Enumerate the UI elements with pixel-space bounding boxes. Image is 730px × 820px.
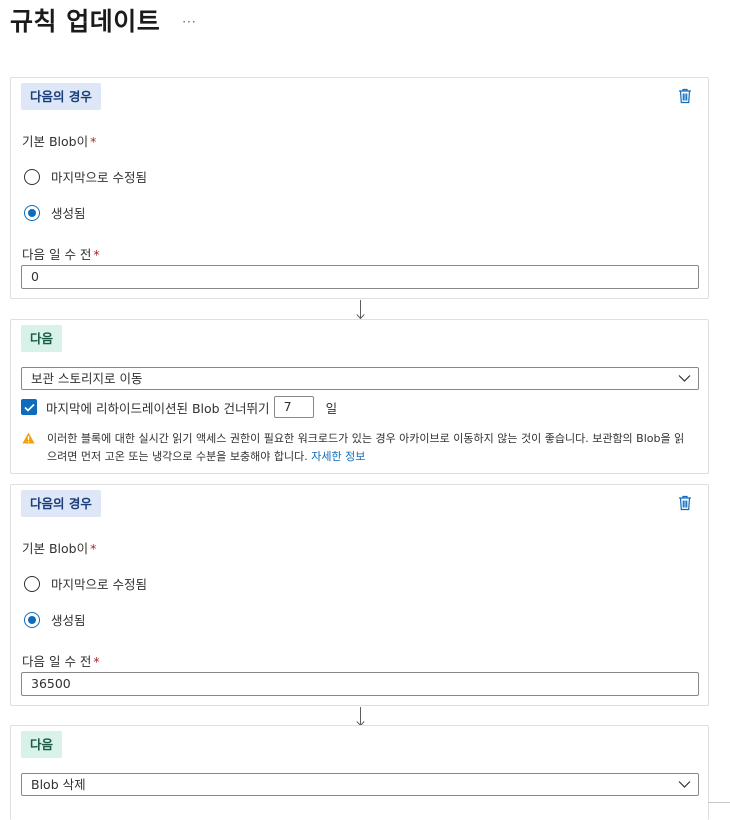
- radio-circle: [24, 168, 40, 185]
- divider: [708, 802, 730, 803]
- radio-circle-selected: [24, 204, 40, 221]
- radio-last-modified[interactable]: 마지막으로 수정됨: [24, 167, 147, 186]
- radio-label: 생성됨: [51, 613, 86, 628]
- condition-card-2: 다음의 경우 기본 Blob이 * 마지막으로 수정됨 생성됨 다음 일 수 전 *…: [10, 484, 709, 706]
- condition-tag: 다음의 경우: [21, 490, 101, 517]
- warning-message: 이러한 블록에 대한 실시간 읽기 액세스 권한이 필요한 워크로드가 있는 경…: [22, 430, 692, 466]
- warning-text: 이러한 블록에 대한 실시간 읽기 액세스 권한이 필요한 워크로드가 있는 경…: [47, 432, 685, 463]
- action-tag: 다음: [21, 731, 63, 758]
- action-select-value: Blob 삭제: [31, 777, 86, 792]
- down-arrow-icon: [356, 707, 365, 727]
- radio-created[interactable]: 생성됨: [24, 610, 86, 629]
- action-card-2: 다음 Blob 삭제: [10, 725, 709, 820]
- warning-icon: [22, 432, 35, 444]
- radio-created[interactable]: 생성됨: [24, 203, 86, 222]
- base-blob-label: 기본 Blob이 *: [22, 134, 97, 149]
- chevron-down-icon: [678, 375, 691, 382]
- condition-tag: 다음의 경우: [21, 83, 101, 110]
- radio-label: 마지막으로 수정됨: [51, 170, 147, 185]
- more-options-button[interactable]: ···: [182, 15, 196, 29]
- skip-days-input[interactable]: 7: [273, 396, 314, 418]
- trash-icon[interactable]: [678, 88, 692, 104]
- checkmark-icon: [23, 403, 35, 412]
- down-arrow-icon: [356, 300, 365, 320]
- learn-more-link[interactable]: 자세한 정보: [311, 450, 365, 463]
- action-select-value: 보관 스토리지로 이동: [31, 371, 143, 386]
- skip-rehydrated-checkbox[interactable]: [21, 399, 37, 415]
- radio-label: 생성됨: [51, 206, 86, 221]
- days-label: 다음 일 수 전 *: [22, 654, 100, 669]
- radio-circle-selected: [24, 611, 40, 628]
- skip-days-unit: 일: [325, 400, 338, 416]
- action-card-1: 다음 보관 스토리지로 이동 마지막에 리하이드레이션된 Blob 건너뛰기 7…: [10, 319, 709, 474]
- skip-rehydrated-row: 마지막에 리하이드레이션된 Blob 건너뛰기 7 일: [21, 396, 337, 418]
- action-tag: 다음: [21, 325, 63, 352]
- chevron-down-icon: [678, 781, 691, 788]
- base-blob-label: 기본 Blob이 *: [22, 541, 97, 556]
- action-select[interactable]: Blob 삭제: [21, 773, 699, 796]
- page-header: 규칙 업데이트 ···: [10, 2, 197, 38]
- page-title: 규칙 업데이트: [10, 7, 161, 36]
- condition-card-1: 다음의 경우 기본 Blob이 * 마지막으로 수정됨 생성됨 다음 일 수 전 *…: [10, 77, 709, 299]
- radio-label: 마지막으로 수정됨: [51, 577, 147, 592]
- action-select[interactable]: 보관 스토리지로 이동: [21, 367, 699, 390]
- days-label: 다음 일 수 전 *: [22, 247, 100, 262]
- radio-last-modified[interactable]: 마지막으로 수정됨: [24, 574, 147, 593]
- days-input[interactable]: 36500: [21, 672, 699, 696]
- radio-circle: [24, 575, 40, 592]
- days-input[interactable]: 0: [21, 265, 699, 289]
- trash-icon[interactable]: [678, 495, 692, 511]
- skip-rehydrated-label: 마지막에 리하이드레이션된 Blob 건너뛰기: [46, 400, 270, 416]
